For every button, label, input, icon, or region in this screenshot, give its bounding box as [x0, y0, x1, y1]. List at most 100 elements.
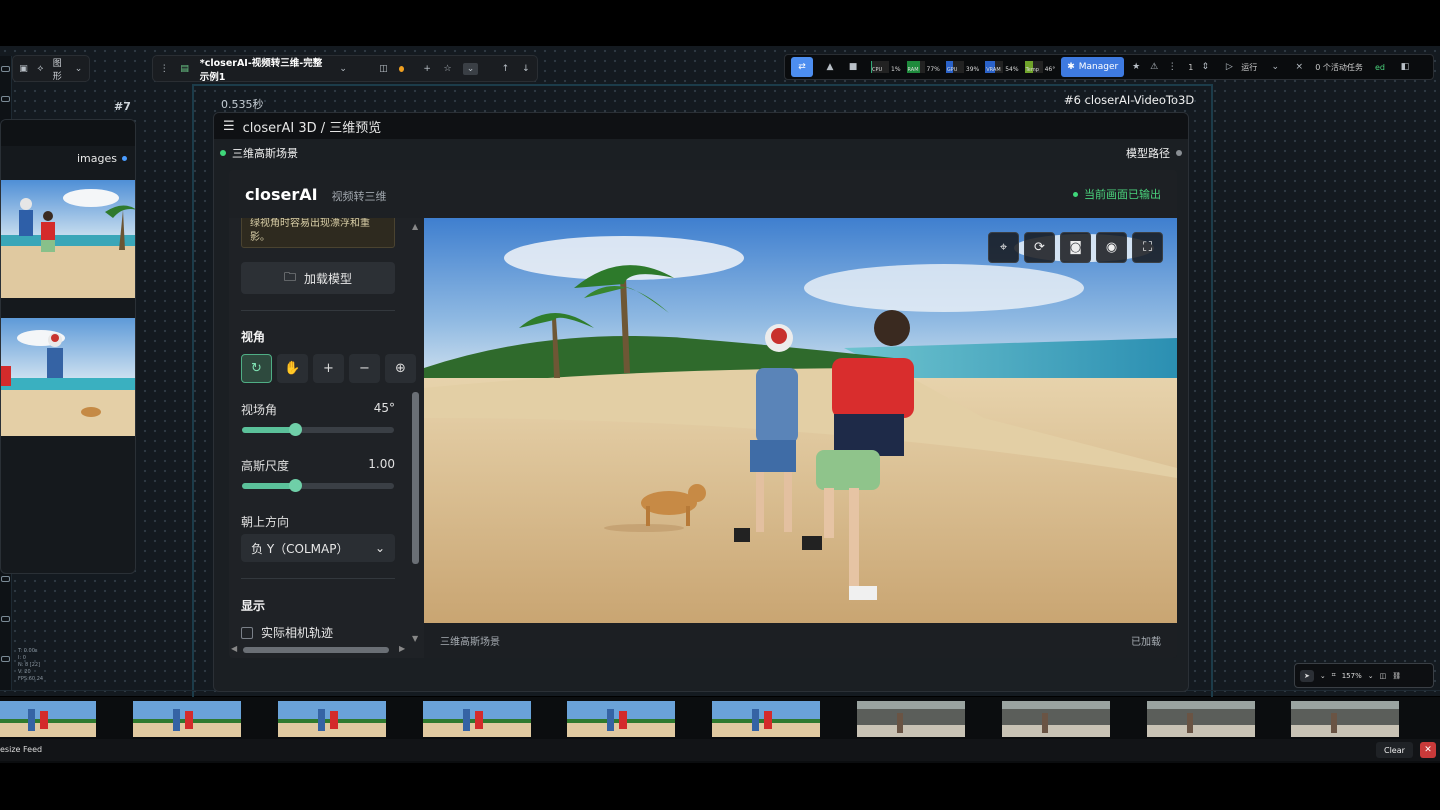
logo-icon[interactable]: ▲ — [819, 61, 841, 73]
scroll-thumb[interactable] — [412, 392, 419, 564]
chevron-down-icon[interactable]: ⌄ — [1269, 61, 1281, 73]
graph-menu[interactable]: ▣ ⟡ 图形 ⌄ — [12, 55, 90, 82]
video-camera-icon: ◙ — [1069, 240, 1082, 255]
node-header[interactable] — [1, 120, 135, 146]
stepper-icon[interactable]: ⇕ — [1199, 61, 1211, 73]
sidebar-icon[interactable] — [1, 576, 10, 582]
node-header[interactable]: ☰ closerAI 3D / 三维预览 — [214, 113, 1188, 139]
link-visibility-icon[interactable]: ⛓ — [1392, 672, 1401, 680]
node-id-label: #7 — [114, 100, 131, 113]
queue-count[interactable]: 1 — [1188, 63, 1193, 72]
star-icon[interactable]: ★ — [1130, 61, 1142, 73]
feed-thumbnail[interactable] — [0, 701, 96, 737]
scroll-up-icon[interactable]: ▲ — [412, 222, 418, 231]
3d-viewport[interactable]: ⌖ ⟳ ◙ ◉ ⛶ — [424, 218, 1177, 623]
star-icon[interactable]: ☆ — [442, 63, 452, 75]
chevron-down-icon[interactable]: ⌄ — [1368, 672, 1374, 680]
output-slot[interactable]: 模型路径 — [1126, 145, 1182, 161]
scroll-right-icon[interactable]: ▶ — [399, 644, 405, 653]
resize-feed-button[interactable]: esize Feed — [0, 745, 42, 754]
images-node[interactable]: images — [0, 119, 136, 574]
preview-image[interactable] — [1, 318, 135, 436]
arrow-down-icon[interactable]: ↓ — [521, 63, 531, 75]
close-feed-button[interactable]: ✕ — [1420, 742, 1436, 758]
output-socket[interactable] — [122, 156, 127, 161]
focus-button[interactable]: ⌖ — [988, 232, 1019, 263]
up-direction-select[interactable]: 负 Y（COLMAP） ⌄ — [241, 534, 395, 562]
panel-toggle-icon[interactable]: ◧ — [1399, 61, 1411, 73]
record-button[interactable]: ◙ — [1060, 232, 1091, 263]
reset-view-button[interactable]: ⟳ — [1024, 232, 1055, 263]
pan-button[interactable]: ✋ — [277, 354, 308, 383]
load-model-button[interactable]: 🗀 加载模型 — [241, 262, 395, 294]
scroll-left-icon[interactable]: ◀ — [231, 644, 237, 653]
horizontal-scrollbar[interactable]: ◀ ▶ — [229, 644, 419, 655]
feed-strip[interactable] — [0, 701, 1440, 737]
node-title[interactable]: #6 closerAI-VideoTo3D — [1064, 93, 1194, 107]
sidebar-icon[interactable] — [1, 96, 10, 102]
vram-meter: VRAM 54% — [985, 61, 1019, 73]
feed-thumbnail[interactable] — [712, 701, 820, 737]
node-title: closerAI 3D / 三维预览 — [242, 120, 382, 136]
stop-icon[interactable]: ■ — [847, 61, 859, 73]
menu-icon[interactable]: ☰ — [223, 119, 235, 134]
checkbox[interactable] — [241, 626, 253, 639]
more-icon[interactable]: ⌄ — [462, 62, 479, 75]
tab-workflow[interactable]: *closerAI-视频转三维-完整示例1 — [200, 55, 328, 83]
sidebar-icon[interactable] — [1, 66, 10, 72]
images-output[interactable]: images — [77, 152, 127, 165]
zoom-in-button[interactable]: + — [313, 354, 344, 383]
stats-line: T: 0.00s — [18, 648, 38, 654]
drag-handle-icon[interactable]: ⋮ — [159, 63, 169, 75]
feed-thumbnail[interactable] — [857, 701, 965, 737]
feed-thumbnail[interactable] — [567, 701, 675, 737]
play-icon[interactable]: ▷ — [1223, 61, 1235, 73]
close-icon[interactable]: × — [1293, 61, 1305, 73]
slider-thumb[interactable] — [289, 479, 303, 492]
save-icon[interactable]: ◫ — [378, 63, 388, 75]
feed-thumbnail[interactable] — [1291, 701, 1399, 737]
pointer-mode-button[interactable]: ➤ — [1300, 669, 1314, 682]
camera-track-toggle[interactable]: 实际相机轨迹 — [241, 624, 333, 641]
input-slot[interactable]: 三维高斯场景 — [220, 145, 298, 161]
fov-slider[interactable] — [242, 423, 394, 436]
sidebar-icon[interactable] — [1, 616, 10, 622]
clear-button[interactable]: Clear — [1376, 742, 1413, 758]
vertical-scrollbar[interactable]: ▲ ▼ — [412, 222, 419, 643]
chevron-down-icon[interactable]: ⌄ — [1320, 672, 1326, 680]
node-3d-preview[interactable]: ☰ closerAI 3D / 三维预览 三维高斯场景 模型路径 closerA… — [213, 112, 1189, 692]
zoom-level[interactable]: 157% — [1342, 672, 1362, 680]
manager-button[interactable]: ✱ Manager — [1061, 57, 1125, 77]
panel-icon[interactable]: ▣ — [19, 63, 28, 75]
scroll-thumb[interactable] — [243, 647, 389, 653]
fit-view-icon[interactable]: ⌗ — [1332, 671, 1336, 680]
feed-thumbnail[interactable] — [133, 701, 241, 737]
gauss-slider[interactable] — [242, 479, 394, 492]
run-button[interactable]: 运行 — [1241, 62, 1257, 73]
minimap-icon[interactable]: ◫ — [1380, 672, 1387, 680]
chevron-down-icon[interactable]: ⌄ — [338, 63, 348, 75]
output-socket[interactable] — [1176, 150, 1182, 156]
translate-button[interactable]: ⇄ — [791, 57, 813, 77]
settings-panel[interactable]: 绿视角时容易出现漂浮和重影。 🗀 加载模型 视角 ↻ ✋ + − ⊕ 视场角 4… — [229, 218, 424, 658]
scroll-down-icon[interactable]: ▼ — [412, 634, 418, 643]
model-icon[interactable]: ⚠ — [1148, 61, 1160, 73]
screenshot-button[interactable]: ◉ — [1096, 232, 1127, 263]
feed-thumbnail[interactable] — [1147, 701, 1255, 737]
checkbox-label: 实际相机轨迹 — [261, 626, 334, 640]
slider-thumb[interactable] — [289, 423, 303, 436]
arrow-up-icon[interactable]: ↑ — [500, 63, 510, 75]
feed-thumbnail[interactable] — [278, 701, 386, 737]
zoom-out-button[interactable]: − — [349, 354, 380, 383]
active-tasks[interactable]: 0 个活动任务 — [1315, 62, 1363, 73]
input-socket[interactable] — [220, 150, 226, 156]
plus-icon[interactable]: + — [422, 63, 432, 75]
feed-thumbnail[interactable] — [423, 701, 531, 737]
preview-image[interactable] — [1, 180, 135, 298]
fullscreen-button[interactable]: ⛶ — [1132, 232, 1163, 263]
orbit-button[interactable]: ↻ — [241, 354, 272, 383]
feed-thumbnail[interactable] — [1002, 701, 1110, 737]
camera-icon: ◉ — [1105, 240, 1118, 255]
sidebar-icon[interactable] — [1, 656, 10, 662]
lock-icon[interactable]: ⋮ — [1166, 61, 1178, 73]
